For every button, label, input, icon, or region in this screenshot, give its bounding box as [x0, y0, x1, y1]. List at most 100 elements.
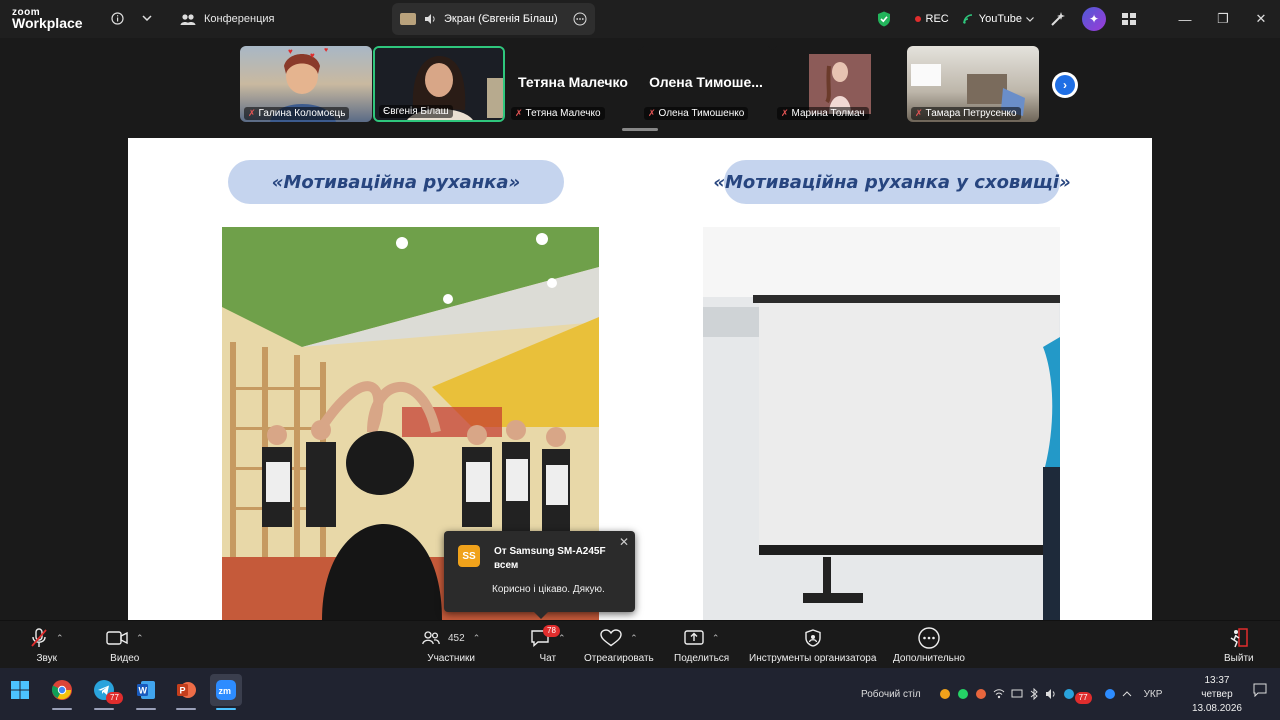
mic-muted-icon [31, 628, 47, 647]
share-label: Поделиться [674, 653, 730, 664]
participant-name: Тетяна Малечко [525, 108, 601, 119]
display-icon[interactable] [1011, 688, 1023, 700]
participant-tile[interactable]: ♥ ♥ ♥ ✗ Галина Коломоєць [240, 46, 372, 122]
volume-icon[interactable] [1045, 688, 1057, 700]
share-button[interactable]: ⌃ Поделиться [674, 627, 729, 664]
youtube-stream-button[interactable]: YouTube [963, 13, 1034, 25]
participant-name-tag: ✗ Тетяна Малечко [511, 107, 605, 120]
participant-name-tag: ✗ Тамара Петрусенко [911, 107, 1021, 120]
chat-sender: От Samsung SM-A245F всем [494, 546, 606, 571]
participant-tile[interactable]: ✗ Тамара Петрусенко [907, 46, 1039, 122]
people-icon [180, 14, 196, 25]
notification-icon [1253, 683, 1267, 697]
tray-badge: 77 [1074, 692, 1092, 704]
resize-handle[interactable] [622, 128, 658, 131]
taskbar-powerpoint[interactable]: P [170, 674, 202, 710]
participants-count: 452 [448, 632, 465, 644]
chevron-up-icon[interactable] [1122, 688, 1132, 700]
tab-conference[interactable]: Конференция [180, 8, 274, 30]
notifications-button[interactable] [1248, 678, 1272, 702]
chevron-down-icon [1026, 16, 1034, 22]
tab-screen-share[interactable]: Экран (Євгенія Білаш) [392, 3, 595, 35]
meeting-controls: ⌃ Звук ⌃ Видео 452 ⌃ Участники 78 ⌃ Чат ⌃ … [0, 620, 1280, 668]
more-label: Дополнительно [893, 653, 965, 664]
tab-conference-label: Конференция [204, 13, 275, 25]
audio-button[interactable]: ⌃ Звук [30, 627, 64, 664]
participant-tile[interactable]: ✗ Марина Толмач [773, 46, 905, 122]
host-tools-button[interactable]: Инструменты организатора [749, 627, 876, 664]
mic-muted-icon: ✗ [781, 108, 789, 118]
recording-indicator[interactable]: REC [914, 13, 949, 25]
telegram-badge: 77 [106, 692, 123, 704]
screen-thumbnail [400, 13, 416, 25]
desktop-toolbar-label[interactable]: Робочий стіл [861, 689, 921, 700]
zoom-app-icon: zm [216, 680, 236, 700]
ai-companion-button[interactable]: ✦ [1082, 7, 1106, 31]
svg-text:♥: ♥ [324, 47, 328, 54]
chevron-up-icon[interactable]: ⌃ [712, 633, 720, 644]
participant-big-name: Тетяна Малечко [518, 74, 628, 90]
participants-button[interactable]: 452 ⌃ Участники [422, 627, 480, 664]
restore-button[interactable]: ❐ [1204, 11, 1242, 27]
svg-text:P: P [180, 686, 186, 696]
telegram-tray-icon[interactable] [1063, 688, 1075, 700]
more-options-icon[interactable] [573, 12, 587, 26]
taskbar-zoom[interactable]: zm [210, 674, 242, 710]
taskbar-chrome[interactable] [46, 674, 78, 710]
react-button[interactable]: ⌃ Отреагировать [584, 627, 654, 664]
chevron-up-icon[interactable]: ⌃ [473, 633, 481, 644]
more-button[interactable]: Дополнительно [893, 627, 965, 664]
chevron-up-icon[interactable]: ⌃ [630, 633, 638, 644]
minimize-button[interactable]: — [1166, 12, 1204, 27]
tray-icons[interactable]: 77 [939, 688, 1132, 704]
chat-button[interactable]: 78 ⌃ Чат [530, 625, 566, 664]
bluetooth-icon[interactable] [1029, 688, 1039, 700]
participant-tile[interactable]: Олена Тимоше... ✗ Олена Тимошенко [640, 46, 772, 122]
chevron-right-icon: › [1055, 75, 1075, 95]
clock-date: 13.08.2026 [1191, 703, 1242, 714]
info-icon[interactable] [108, 9, 126, 27]
taskbar-telegram[interactable]: 77 [88, 674, 123, 710]
participant-tile[interactable]: Тетяна Малечко ✗ Тетяна Малечко [507, 46, 639, 122]
wifi-icon[interactable] [993, 688, 1005, 700]
participant-name-tag: ✗ Олена Тимошенко [644, 107, 749, 120]
taskbar-word[interactable]: W [130, 674, 162, 710]
close-window-button[interactable]: ✕ [1242, 11, 1280, 27]
system-tray: Робочий стіл 77 УКР [861, 668, 1162, 720]
app-icon[interactable] [975, 688, 987, 700]
tab-screen-label: Экран (Євгенія Білаш) [444, 13, 558, 25]
audio-label: Звук [36, 653, 58, 664]
mic-muted-icon: ✗ [915, 108, 923, 118]
participant-tile-active-speaker[interactable]: Євгенія Білаш [373, 46, 505, 122]
chevron-up-icon[interactable]: ⌃ [56, 633, 64, 644]
share-screen-icon [684, 630, 704, 645]
windows-logo-icon [11, 681, 29, 699]
grid-view-icon[interactable] [1122, 13, 1136, 25]
close-icon[interactable]: ✕ [619, 535, 629, 549]
video-button[interactable]: ⌃ Видео [106, 627, 144, 664]
chat-label: Чат [539, 653, 557, 664]
shield-check-icon[interactable] [877, 11, 891, 27]
participant-gallery: ♥ ♥ ♥ ✗ Галина Коломоєць Євгенія Білаш Тетя… [0, 38, 1280, 138]
clock[interactable]: 13:37 четвер 13.08.2026 [1192, 674, 1242, 716]
zoom-tray-icon[interactable] [1104, 688, 1116, 700]
mic-muted-icon: ✗ [648, 108, 656, 118]
paint-icon[interactable] [939, 688, 951, 700]
chevron-up-icon[interactable]: ⌃ [136, 633, 144, 644]
slide-title-left-text: «Мотиваційна руханка» [271, 171, 521, 193]
magic-wand-icon[interactable] [1050, 11, 1066, 27]
start-button[interactable] [4, 674, 36, 706]
participant-name: Марина Толмач [791, 108, 865, 119]
chevron-down-icon[interactable] [138, 9, 156, 27]
zoom-logo: zoom Workplace [12, 7, 83, 30]
gallery-next-button[interactable]: › [1052, 72, 1078, 98]
clock-day: четвер [1201, 689, 1233, 700]
leave-button[interactable]: Выйти [1224, 627, 1254, 664]
whatsapp-icon[interactable] [957, 688, 969, 700]
rec-dot [914, 16, 921, 22]
chrome-icon [51, 680, 72, 700]
language-indicator[interactable]: УКР [1144, 689, 1163, 700]
svg-text:♥: ♥ [288, 47, 293, 56]
chat-notification[interactable]: SS От Samsung SM-A245F всем Корисно і ці… [444, 531, 635, 619]
chevron-up-icon[interactable]: ⌃ [558, 633, 566, 644]
